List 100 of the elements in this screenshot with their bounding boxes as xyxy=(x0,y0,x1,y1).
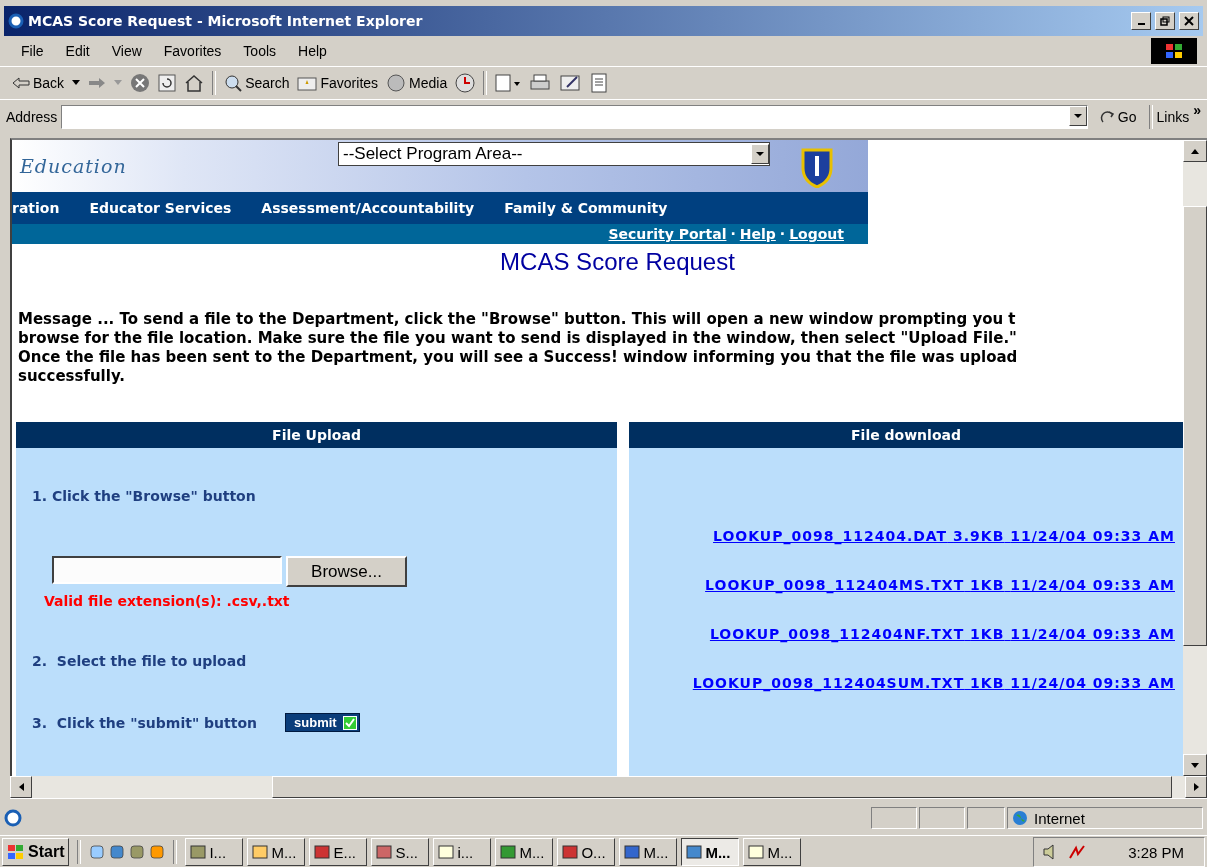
separator-dot: · xyxy=(730,226,736,242)
restore-button[interactable] xyxy=(1155,12,1175,30)
clock: 3:28 PM xyxy=(1128,843,1184,861)
start-button[interactable]: Start xyxy=(2,838,70,866)
scroll-right-button[interactable] xyxy=(1185,776,1207,798)
close-icon xyxy=(1184,16,1194,26)
disc-icon xyxy=(386,74,407,92)
zone-label: Internet xyxy=(1034,809,1085,827)
app-icon xyxy=(190,844,207,860)
minimize-button[interactable] xyxy=(1131,12,1151,30)
scroll-up-button[interactable] xyxy=(1183,140,1207,162)
browse-button[interactable]: Browse... xyxy=(286,556,407,587)
stop-icon[interactable] xyxy=(130,73,151,93)
address-field[interactable] xyxy=(61,105,1088,129)
nav-link[interactable]: Assessment/Accountability xyxy=(261,200,475,216)
document-icon[interactable] xyxy=(589,73,610,93)
step-text: 1. Click the "Browse" button xyxy=(32,488,257,504)
taskbar-button[interactable]: E... xyxy=(309,838,368,866)
taskbar-button[interactable]: i... xyxy=(433,838,492,866)
file-link[interactable]: LOOKUP_0098_112404.DAT 3.9KB 11/24/04 09:33 AM xyxy=(713,528,1175,544)
separator-dot: · xyxy=(779,226,786,242)
menu-item[interactable]: Tools xyxy=(232,43,288,59)
more-links-button[interactable]: » xyxy=(1193,102,1201,118)
links-label[interactable]: Links xyxy=(1156,109,1190,125)
program-area-select[interactable]: --Select Program Area-- xyxy=(338,142,770,166)
media-button[interactable]: Media xyxy=(386,74,448,92)
search-button[interactable]: Search xyxy=(224,74,290,92)
curved-arrow-icon xyxy=(1099,110,1116,124)
back-button[interactable]: Back xyxy=(12,75,65,91)
taskbar-button[interactable]: M... xyxy=(495,838,554,866)
horizontal-scrollbar[interactable] xyxy=(10,776,1207,799)
app-icon xyxy=(748,844,765,860)
step-text: 3. Click the "submit" button xyxy=(32,714,258,731)
app-icon xyxy=(686,844,703,860)
close-button[interactable] xyxy=(1179,12,1199,30)
app-icon xyxy=(562,844,579,860)
submit-button[interactable]: submit xyxy=(285,713,360,732)
scroll-thumb[interactable] xyxy=(272,776,1172,798)
file-link[interactable]: LOOKUP_0098_112404MS.TXT 1KB 11/24/04 09:33 AM xyxy=(705,577,1175,593)
left-arrow-icon xyxy=(18,783,24,791)
menu-item[interactable]: Edit xyxy=(54,43,101,59)
address-label: Address xyxy=(6,109,58,125)
app-icon xyxy=(252,844,269,860)
refresh-icon[interactable] xyxy=(158,74,177,92)
menu-item[interactable]: File xyxy=(10,43,55,59)
status-pane xyxy=(967,807,1005,829)
page-title: MCAS Score Request xyxy=(499,248,736,276)
app-icon xyxy=(500,844,517,860)
taskbar-button[interactable]: O... xyxy=(557,838,616,866)
utility-link[interactable]: Security Portal xyxy=(608,226,727,242)
file-path-field[interactable] xyxy=(52,556,282,584)
file-link[interactable]: LOOKUP_0098_112404NF.TXT 1KB 11/24/04 09:33 AM xyxy=(709,626,1175,642)
globe-icon xyxy=(1012,810,1028,826)
panel-header: File download xyxy=(629,422,1183,448)
favorites-button[interactable]: Favorites xyxy=(297,75,379,91)
caret-icon xyxy=(756,151,764,157)
taskbar-button[interactable]: M... xyxy=(619,838,678,866)
nav-link[interactable]: ration xyxy=(12,200,60,216)
app-icon xyxy=(376,844,393,860)
caret-icon xyxy=(1073,113,1082,119)
menu-item[interactable]: Help xyxy=(287,43,338,59)
menu-item[interactable]: View xyxy=(100,43,153,59)
app-icon xyxy=(438,844,455,860)
network-icon[interactable] xyxy=(1068,844,1087,860)
status-pane xyxy=(871,807,917,829)
scroll-thumb[interactable] xyxy=(1183,206,1207,646)
windows-logo xyxy=(1151,38,1197,64)
app-icon xyxy=(624,844,641,860)
history-icon[interactable] xyxy=(455,73,476,93)
logo-text: Education xyxy=(20,155,128,177)
scroll-down-button[interactable] xyxy=(1183,754,1207,776)
print-icon[interactable] xyxy=(529,73,552,93)
taskbar-button[interactable]: S... xyxy=(371,838,430,866)
nav-link[interactable]: Educator Services xyxy=(89,200,232,216)
checkmark-icon xyxy=(342,715,357,730)
step-text: 2. Select the file to upload xyxy=(32,653,248,669)
up-arrow-icon xyxy=(1191,148,1199,154)
taskbar-button[interactable]: I... xyxy=(185,838,244,866)
app-icon xyxy=(314,844,331,860)
home-icon[interactable] xyxy=(184,74,205,92)
go-button[interactable]: Go xyxy=(1091,109,1145,125)
dropdown-icon[interactable] xyxy=(72,80,81,86)
edit-icon[interactable] xyxy=(559,73,582,93)
taskbar-button[interactable]: M... xyxy=(681,838,740,866)
right-arrow-icon xyxy=(1193,783,1199,791)
status-pane xyxy=(919,807,965,829)
file-link[interactable]: LOOKUP_0098_112404SUM.TXT 1KB 11/24/04 09:33 AM xyxy=(692,675,1175,691)
dropdown-button[interactable] xyxy=(751,144,769,164)
windows-logo xyxy=(7,844,25,860)
search-icon xyxy=(224,74,243,92)
menu-item[interactable]: Favorites xyxy=(152,43,233,59)
scroll-left-button[interactable] xyxy=(10,776,32,798)
utility-link[interactable]: Logout xyxy=(789,226,844,242)
vertical-scrollbar[interactable] xyxy=(1183,140,1207,776)
panel-header: File Upload xyxy=(16,422,617,448)
dropdown-button[interactable] xyxy=(1068,106,1087,126)
nav-link[interactable]: Family & Community xyxy=(504,200,668,216)
taskbar-button[interactable]: M... xyxy=(247,838,306,866)
utility-link[interactable]: Help xyxy=(739,226,776,242)
taskbar-button[interactable]: M... xyxy=(743,838,802,866)
